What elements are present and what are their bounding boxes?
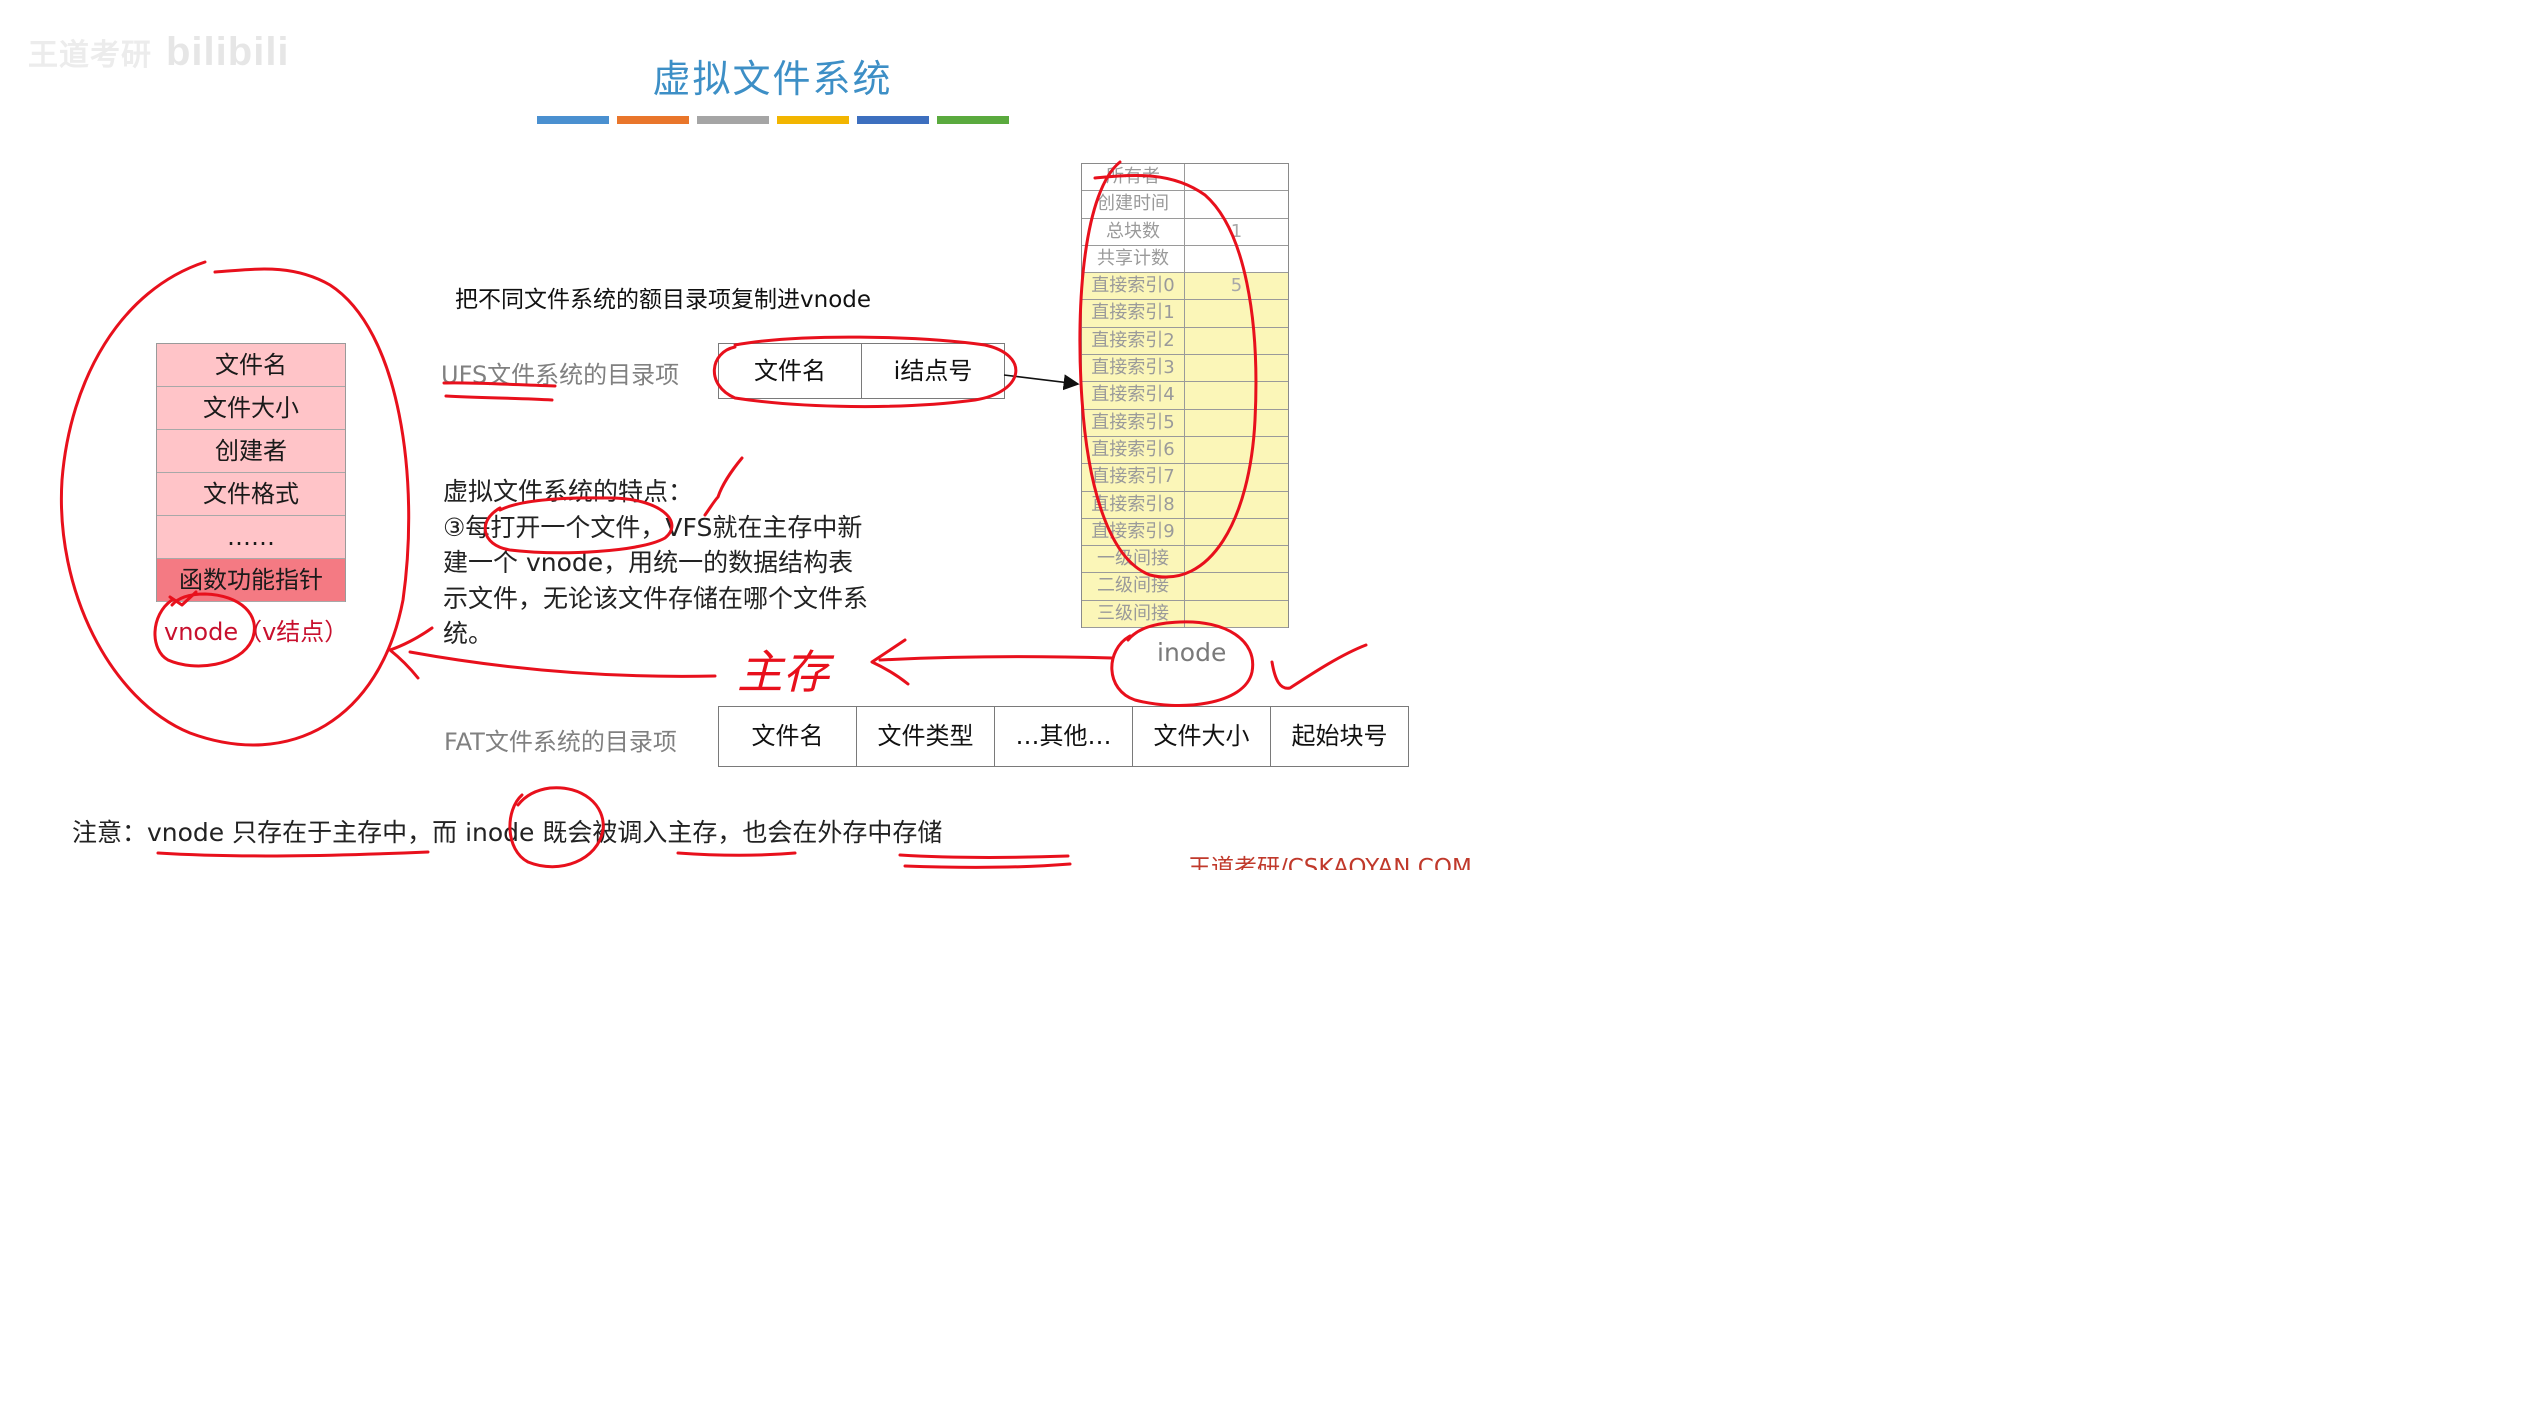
underline-loaded-to-memory xyxy=(676,851,797,857)
memory-to-vnode-arrow xyxy=(408,650,717,678)
inode-field-label: 三级间接 xyxy=(1082,600,1185,628)
title-bar-segment xyxy=(617,116,689,124)
inode-field-value xyxy=(1185,464,1288,490)
vnode-row: …… xyxy=(157,516,345,559)
inode-row: 直接索引5 xyxy=(1082,409,1288,437)
features-body: ③每打开一个文件，VFS就在主存中新建一个 vnode，用统一的数据结构表示文件… xyxy=(443,512,869,649)
fat-directory-entry: 文件名 文件类型 …其他… 文件大小 起始块号 xyxy=(718,706,1409,767)
title-bar-segment xyxy=(537,116,609,124)
slide: 王道考研 bilibili 虚拟文件系统 文件名 文件大小 创建者 文件格式…… 函数功能… xyxy=(0,0,1545,870)
title-color-bars xyxy=(537,116,1009,124)
inode-field-label: 创建时间 xyxy=(1082,191,1185,218)
inode-row: 直接索引9 xyxy=(1082,518,1288,547)
inode-row: 三级间接 xyxy=(1082,600,1288,629)
inode-field-label: 直接索引5 xyxy=(1082,409,1185,436)
inode-check xyxy=(1270,643,1368,690)
inode-field-label: 直接索引8 xyxy=(1082,491,1185,518)
inode-row: 一级间接 xyxy=(1082,546,1288,574)
ufs-to-inode-arrow xyxy=(1003,374,1080,391)
brand-footer: 王道考研/CSKAOYAN.COM xyxy=(1188,855,1472,870)
inode-field-value: 5 xyxy=(1230,275,1243,297)
inode-field-value xyxy=(1185,601,1288,627)
inode-table: 所有者 创建时间 总块数 1 共享计数 直接索引0 5 直接索引1 直接索引2 直接索引3 直接索引… xyxy=(1081,163,1289,629)
inode-field-value xyxy=(1185,382,1288,408)
inode-row: 所有者 xyxy=(1082,164,1288,192)
ufs-cell-inode-number: i结点号 xyxy=(861,344,1004,398)
inode-field-label: 所有者 xyxy=(1082,164,1185,191)
vfs-features: 虚拟文件系统的特点： ③每打开一个文件，VFS就在主存中新建一个 vnode，用… xyxy=(443,474,873,652)
inode-field-label: 总块数 xyxy=(1082,218,1185,245)
inode-field-label: 直接索引7 xyxy=(1082,464,1185,491)
inode-field-label: 一级间接 xyxy=(1082,546,1185,573)
underline-external-storage xyxy=(898,853,1070,859)
inode-field-label: 共享计数 xyxy=(1082,245,1185,273)
inode-row: 直接索引7 xyxy=(1082,464,1288,492)
inode-to-memory-arrow xyxy=(878,655,1114,662)
vnode-row: 函数功能指针 xyxy=(157,559,345,602)
vnode-row: 文件名 xyxy=(157,344,345,387)
fat-cell: 起始块号 xyxy=(1270,707,1408,766)
ufs-directory-entry: 文件名 i结点号 xyxy=(718,343,1005,399)
vnode-caption: vnode（v结点） xyxy=(164,618,349,646)
inode-row: 直接索引0 5 xyxy=(1082,273,1288,301)
vnode-row: 文件格式 xyxy=(157,473,345,516)
inode-field-value xyxy=(1185,437,1288,463)
memory-to-vnode-arrowhead xyxy=(388,626,434,680)
inode-field-value: 1 xyxy=(1230,220,1243,242)
inode-field-value xyxy=(1185,410,1288,436)
bottom-note: 注意：vnode 只存在于主存中，而 inode 既会被调入主存，也会在外存中存… xyxy=(72,818,943,847)
inode-row: 总块数 1 xyxy=(1082,218,1288,246)
inode-field-value xyxy=(1185,573,1288,599)
inode-field-label: 直接索引3 xyxy=(1082,355,1185,382)
fat-cell: 文件名 xyxy=(751,722,824,750)
inode-row: 创建时间 xyxy=(1082,191,1288,219)
slide-title: 虚拟文件系统 xyxy=(652,57,893,101)
title-bar-segment xyxy=(777,116,849,124)
fat-label: FAT文件系统的目录项 xyxy=(444,728,677,756)
inode-field-label: 直接索引2 xyxy=(1082,327,1185,355)
title-bar-segment xyxy=(937,116,1009,124)
inode-field-label: 直接索引6 xyxy=(1082,436,1185,464)
underline-external-storage-2 xyxy=(903,862,1072,869)
inode-field-label: 直接索引1 xyxy=(1082,300,1185,327)
inode-field-value xyxy=(1185,191,1288,217)
inode-field-value xyxy=(1185,300,1288,326)
features-heading: 虚拟文件系统的特点： xyxy=(443,477,694,506)
inode-caption: inode xyxy=(1157,638,1227,667)
fat-cell: 文件类型 xyxy=(856,707,994,766)
inode-row: 直接索引1 xyxy=(1082,300,1288,328)
inode-row: 直接索引2 xyxy=(1082,327,1288,356)
inode-field-value xyxy=(1185,492,1288,518)
inode-field-label: 直接索引9 xyxy=(1082,518,1185,546)
inode-row: 二级间接 xyxy=(1082,573,1288,601)
vnode-row: 创建者 xyxy=(157,430,345,473)
ufs-cell-filename: 文件名 xyxy=(754,357,826,385)
inode-field-label: 二级间接 xyxy=(1082,573,1185,600)
inode-field-value xyxy=(1185,164,1288,190)
inode-field-value xyxy=(1185,519,1288,545)
title-bar-segment xyxy=(697,116,769,124)
inode-row: 共享计数 xyxy=(1082,245,1288,274)
inode-field-value xyxy=(1185,546,1288,572)
inode-row: 直接索引4 xyxy=(1082,382,1288,410)
fat-cell: …其他… xyxy=(994,707,1132,766)
inode-field-value xyxy=(1185,246,1288,272)
inode-field-value xyxy=(1185,355,1288,381)
handwritten-main-memory: 主存 xyxy=(737,645,835,699)
ufs-label: UFS文件系统的目录项 xyxy=(441,361,680,389)
inode-row: 直接索引6 xyxy=(1082,436,1288,465)
vnode-row: 文件大小 xyxy=(157,387,345,430)
vnode-table: 文件名 文件大小 创建者 文件格式…… 函数功能指针 xyxy=(156,343,346,602)
inode-row: 直接索引3 xyxy=(1082,355,1288,383)
inode-to-memory-arrowhead xyxy=(870,638,910,686)
underline-main-memory-only xyxy=(156,850,430,858)
inode-row: 直接索引8 xyxy=(1082,491,1288,519)
fat-cell: 文件大小 xyxy=(1132,707,1270,766)
title-bar-segment xyxy=(857,116,929,124)
inode-field-label: 直接索引4 xyxy=(1082,382,1185,409)
inode-field-label: 直接索引0 xyxy=(1082,273,1185,300)
inode-field-value xyxy=(1185,328,1288,354)
ufs-underline-2 xyxy=(444,394,554,402)
copy-note: 把不同文件系统的额目录项复制进vnode xyxy=(455,287,872,313)
